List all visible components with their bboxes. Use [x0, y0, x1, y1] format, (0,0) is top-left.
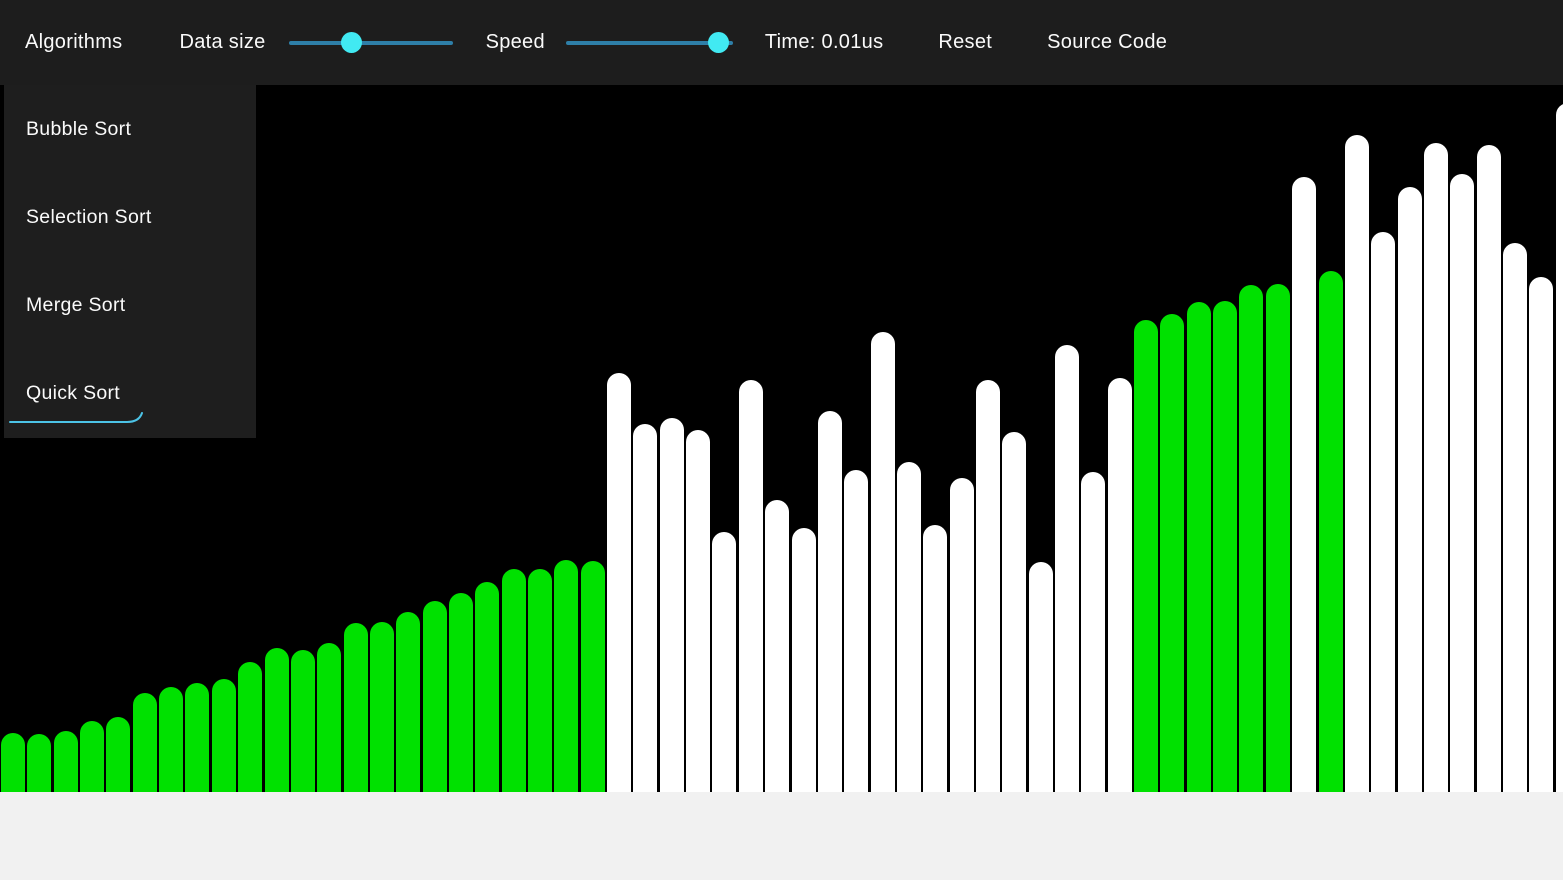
sort-bar	[502, 569, 526, 792]
sort-bar	[1371, 232, 1395, 792]
sort-bar	[1160, 314, 1184, 792]
sort-bar	[1424, 143, 1448, 792]
sort-bar	[686, 430, 710, 792]
sort-bar	[1108, 378, 1132, 792]
algorithms-dropdown-menu: Bubble Sort Selection Sort Merge Sort Qu…	[4, 85, 256, 438]
source-code-link[interactable]: Source Code	[1047, 31, 1167, 54]
sort-bar	[1450, 174, 1474, 792]
sort-bar	[212, 679, 236, 792]
sort-bar	[185, 683, 209, 792]
sort-bar	[712, 532, 736, 792]
sort-bar	[1319, 271, 1343, 792]
sort-bar	[27, 734, 51, 792]
sort-bar	[765, 500, 789, 792]
sort-bar	[396, 612, 420, 792]
sort-bar	[133, 693, 157, 792]
menu-item-label: Selection Sort	[26, 206, 152, 229]
sort-bar	[950, 478, 974, 792]
sort-bar	[54, 731, 78, 792]
sort-bar	[923, 525, 947, 792]
algorithms-menu-button[interactable]: Algorithms	[25, 31, 122, 54]
sort-bar	[897, 462, 921, 792]
sort-bar	[475, 582, 499, 792]
sort-bar	[528, 569, 552, 792]
sort-bar	[1134, 320, 1158, 792]
menu-item-merge-sort[interactable]: Merge Sort	[4, 261, 256, 349]
active-item-underline-icon	[8, 411, 144, 425]
sort-bar	[1002, 432, 1026, 792]
speed-slider[interactable]	[566, 32, 733, 53]
data-size-slider-thumb[interactable]	[341, 32, 362, 53]
sort-bar	[449, 593, 473, 792]
sort-bar	[80, 721, 104, 792]
time-status: Time: 0.01us	[765, 31, 883, 54]
menu-item-bubble-sort[interactable]: Bubble Sort	[4, 85, 256, 173]
sort-bar	[1, 733, 25, 792]
speed-slider-thumb[interactable]	[708, 32, 729, 53]
reset-button[interactable]: Reset	[938, 31, 992, 54]
sort-bar	[818, 411, 842, 792]
menu-item-quick-sort[interactable]: Quick Sort	[4, 349, 256, 437]
sort-bar	[581, 561, 605, 792]
footer-strip	[0, 792, 1563, 880]
data-size-slider[interactable]	[289, 32, 453, 53]
sort-bar	[1055, 345, 1079, 792]
menu-item-label: Merge Sort	[26, 294, 125, 317]
sort-bar	[739, 380, 763, 792]
sort-bar	[844, 470, 868, 792]
sort-bar	[1398, 187, 1422, 792]
sort-bar	[238, 662, 262, 792]
data-size-label: Data size	[179, 31, 265, 54]
sort-bar	[423, 601, 447, 792]
sort-bar	[1345, 135, 1369, 792]
sort-bar	[291, 650, 315, 792]
sort-bar	[1556, 103, 1563, 792]
sort-bar	[265, 648, 289, 792]
sort-bar	[1266, 284, 1290, 792]
menu-item-label: Bubble Sort	[26, 118, 131, 141]
sort-bar	[159, 687, 183, 792]
menu-item-label: Quick Sort	[26, 382, 120, 405]
sort-bar	[1213, 301, 1237, 792]
sort-bar	[370, 622, 394, 792]
sort-bar	[1029, 562, 1053, 792]
sort-bar	[106, 717, 130, 792]
menu-item-selection-sort[interactable]: Selection Sort	[4, 173, 256, 261]
sort-bar	[1529, 277, 1553, 792]
sort-bar	[1239, 285, 1263, 792]
sort-bar	[317, 643, 341, 792]
sort-bar	[1081, 472, 1105, 792]
speed-label: Speed	[486, 31, 545, 54]
sort-bar	[633, 424, 657, 792]
sort-bar	[1187, 302, 1211, 792]
sort-bar	[792, 528, 816, 792]
data-size-slider-track[interactable]	[289, 41, 453, 45]
sort-bar	[554, 560, 578, 792]
sort-bar	[607, 373, 631, 792]
sort-bar	[1292, 177, 1316, 792]
sort-bar	[1503, 243, 1527, 792]
navbar: Algorithms Data size Speed Time: 0.01us …	[0, 0, 1563, 85]
sort-bar	[660, 418, 684, 792]
sort-bar	[976, 380, 1000, 792]
sort-bar	[344, 623, 368, 792]
sort-bar	[871, 332, 895, 792]
sort-bar	[1477, 145, 1501, 792]
